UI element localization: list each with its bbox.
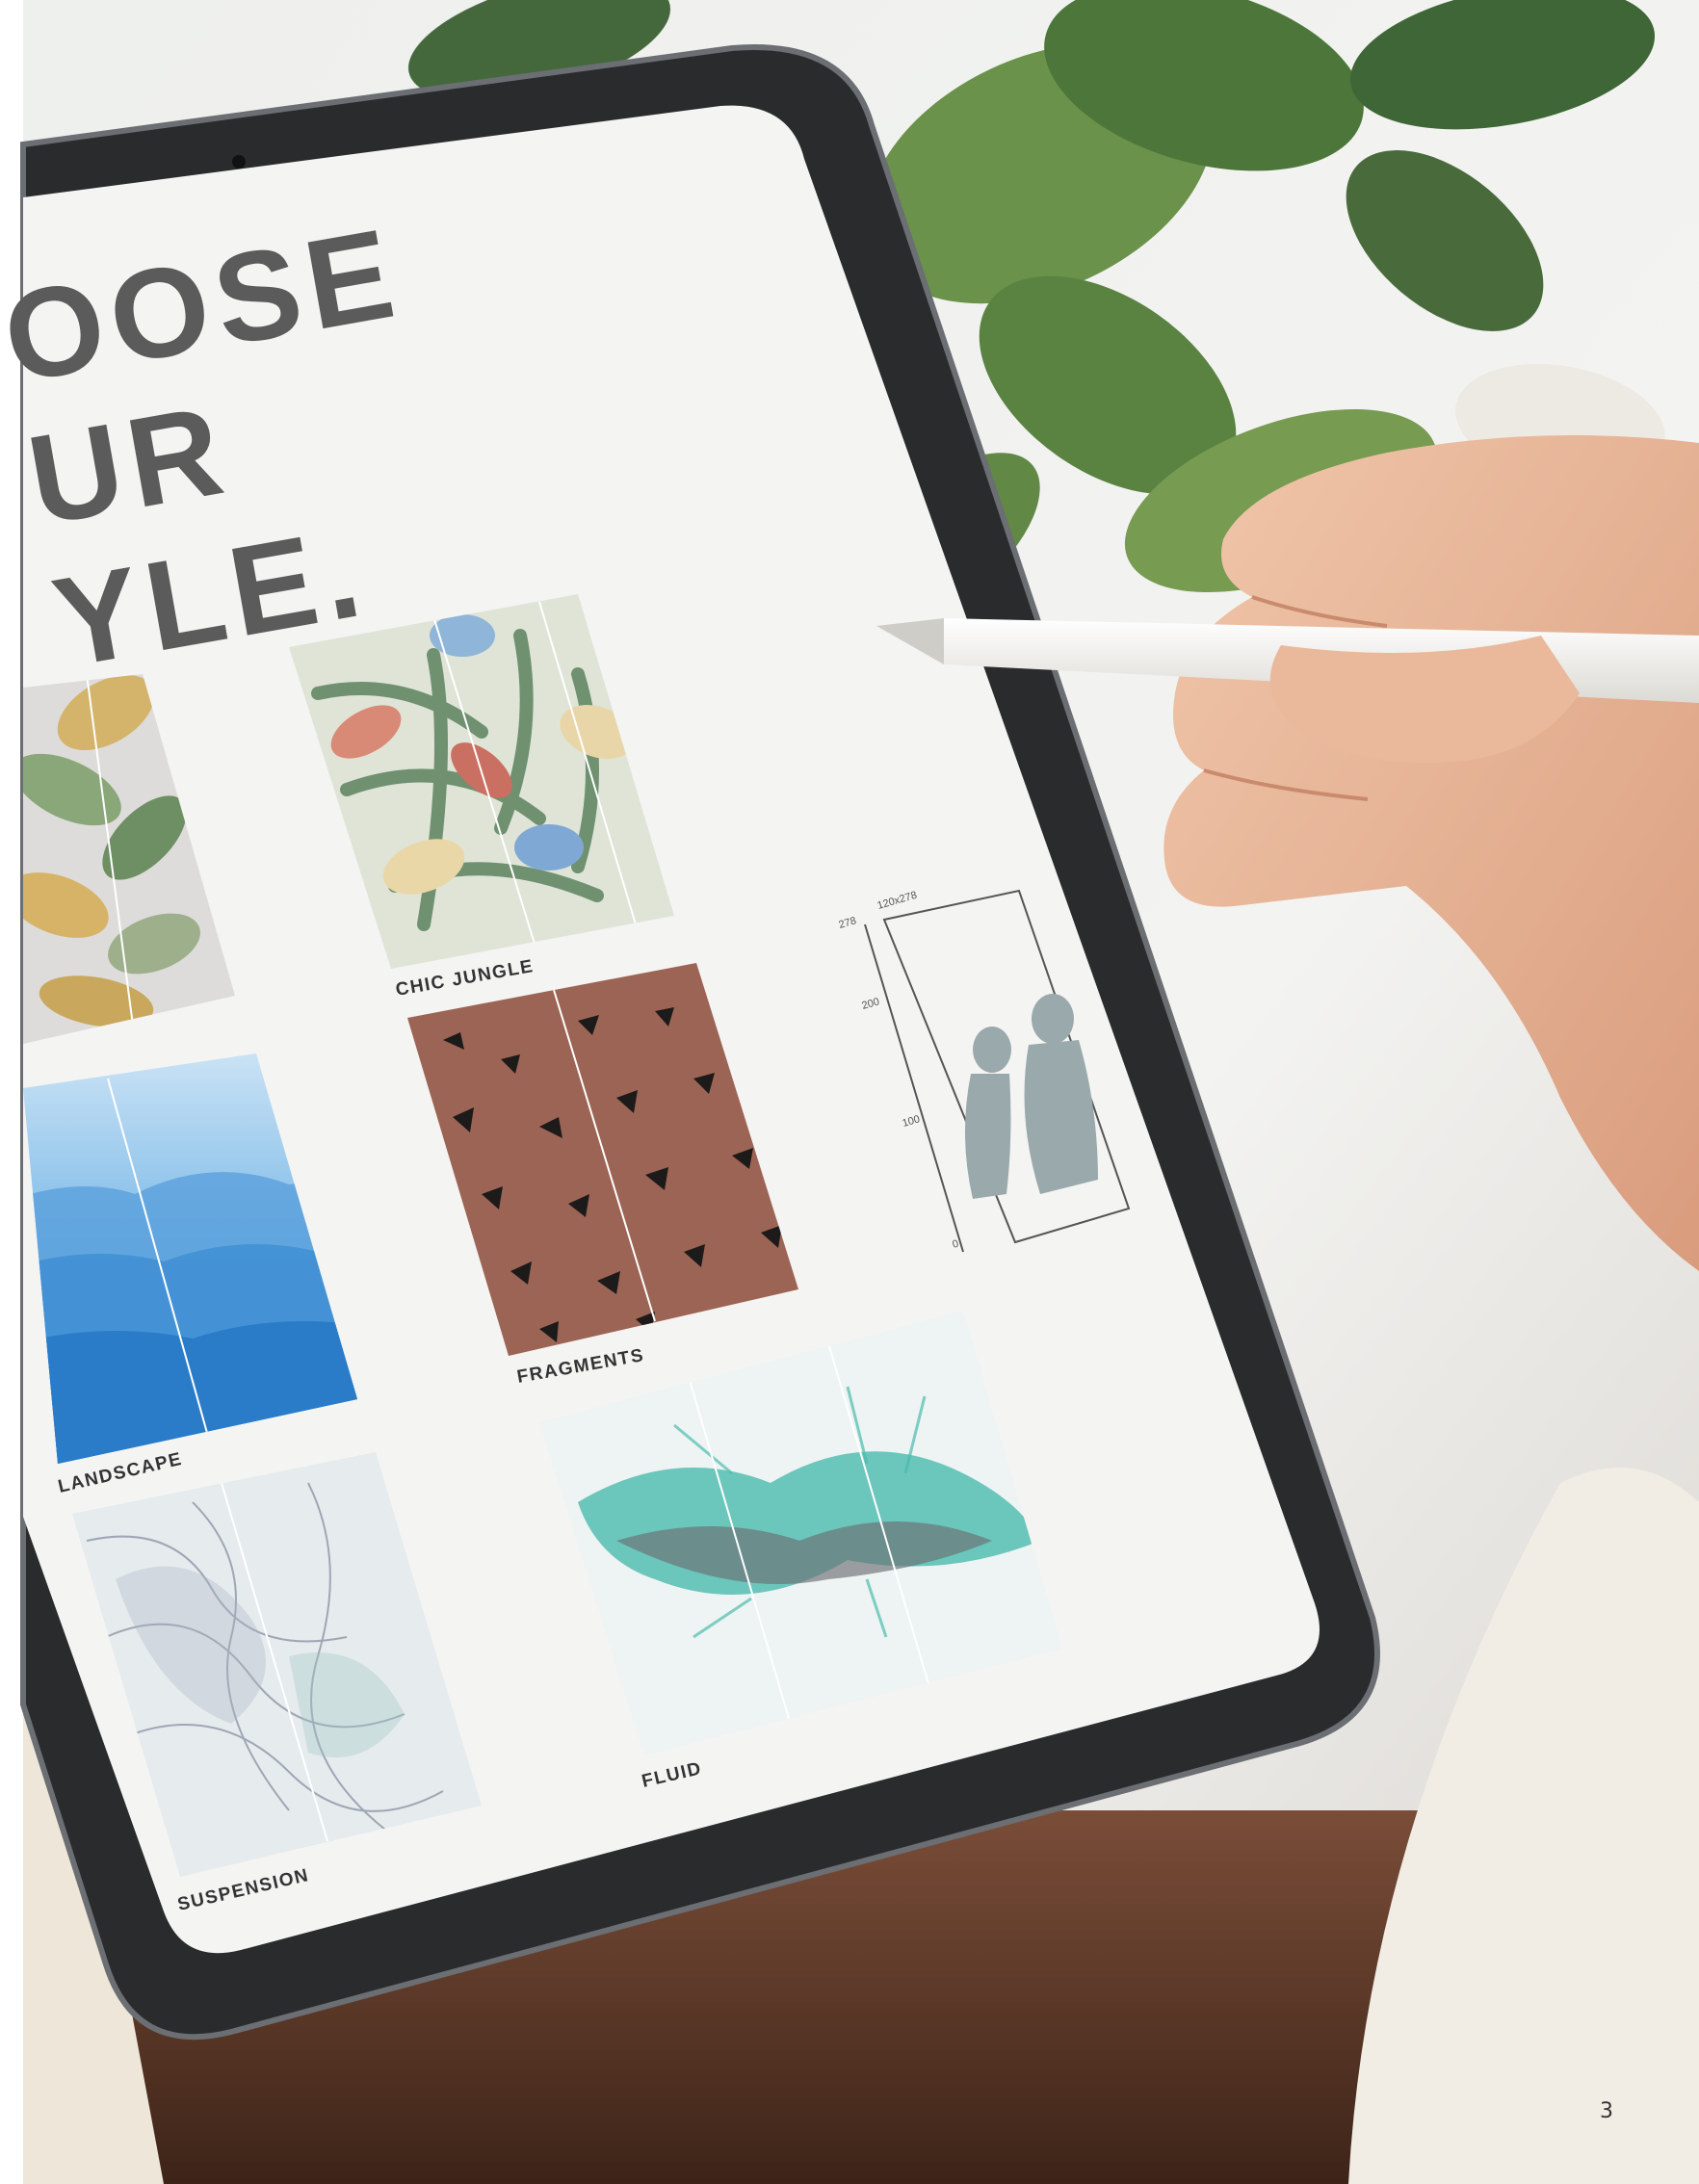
tablet-photo: OOSE UR YLE. CHIC JUNGLE FRAGMENTS LANDS… <box>0 0 1699 2184</box>
camera-dot <box>232 155 246 169</box>
page-number: 3 <box>1600 2099 1613 2123</box>
photo-scene: OOSE UR YLE. CHIC JUNGLE FRAGMENTS LANDS… <box>0 0 1699 2184</box>
